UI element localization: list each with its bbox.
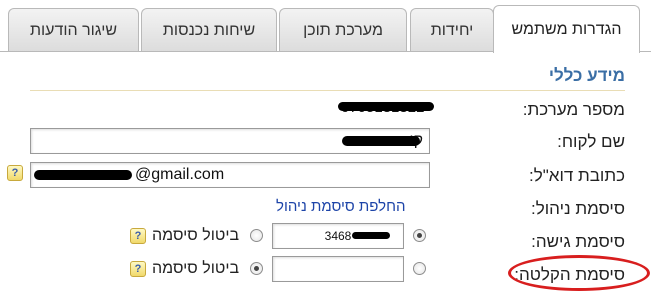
- tab-bar: הגדרות משתמש יחידות מערכת תוכן שיחות נכנ…: [0, 0, 651, 53]
- system-number-label: מספר מערכת:: [522, 100, 625, 119]
- access-password-radio-set[interactable]: [413, 229, 426, 242]
- section-title: מידע כללי: [548, 66, 625, 85]
- redaction-mark: [352, 232, 390, 239]
- access-password-label: סיסמת גישה:: [531, 232, 625, 251]
- redaction-mark: [342, 136, 420, 146]
- email-value: @gmail.com: [135, 166, 225, 183]
- recording-password-help-icon[interactable]: ?: [130, 261, 146, 277]
- recording-password-radio-cancel[interactable]: [250, 262, 263, 275]
- email-help-icon[interactable]: ?: [7, 165, 23, 181]
- email-label: כתובת דוא"ל:: [529, 166, 625, 185]
- tab-content-system[interactable]: מערכת תוכן: [279, 8, 407, 52]
- tab-message-dispatch[interactable]: שיגור הודעות: [8, 8, 139, 52]
- admin-password-label: סיסמת ניהול:: [531, 199, 625, 218]
- change-admin-password-link[interactable]: החלפת סיסמת ניהול: [276, 198, 405, 215]
- redaction-mark: [338, 102, 434, 111]
- user-settings-panel: מידע כללי מספר מערכת: 0705181822 שם לקוח…: [0, 52, 651, 299]
- recording-password-radio-set[interactable]: [413, 262, 426, 275]
- recording-cancel-label: ביטול סיסמה: [152, 260, 240, 277]
- tab-user-settings[interactable]: הגדרות משתמש: [493, 5, 640, 53]
- highlight-annotation: [508, 255, 650, 291]
- tab-incoming-calls[interactable]: שיחות נכנסות: [141, 8, 277, 52]
- access-password-value: 3468: [324, 229, 352, 243]
- recording-password-field[interactable]: [272, 256, 404, 282]
- customer-name-label: שם לקוח:: [557, 132, 625, 151]
- access-password-help-icon[interactable]: ?: [130, 228, 146, 244]
- access-password-radio-cancel[interactable]: [250, 229, 263, 242]
- access-cancel-label: ביטול סיסמה: [152, 227, 240, 244]
- redaction-mark: [34, 170, 132, 180]
- section-divider: [30, 90, 625, 91]
- tab-units[interactable]: יחידות: [410, 8, 494, 52]
